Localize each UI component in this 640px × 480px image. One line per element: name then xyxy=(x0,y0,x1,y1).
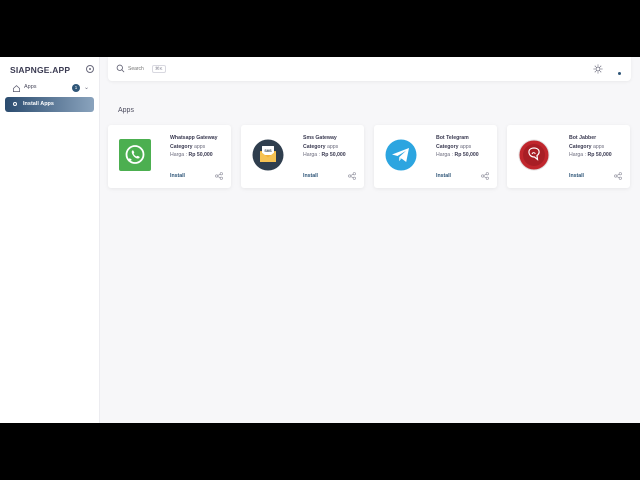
sidebar-toggle-icon[interactable] xyxy=(86,65,94,73)
share-icon[interactable] xyxy=(614,172,622,180)
app-price: Harga : Rp 50,000 xyxy=(569,152,612,158)
share-icon[interactable] xyxy=(215,172,223,180)
user-status-dot[interactable] xyxy=(618,72,621,75)
app-price: Harga : Rp 50,000 xyxy=(170,152,213,158)
app-category: Category apps xyxy=(569,144,605,150)
brand-logo[interactable]: SIAPNGE.APP xyxy=(10,65,70,75)
top-navbar: ⌘K xyxy=(108,57,631,81)
chevron-down-icon: ⌄ xyxy=(84,85,90,91)
app-price: Harga : Rp 50,000 xyxy=(303,152,346,158)
app-card-bot-jabber: Bot Jabber Category apps Harga : Rp 50,0… xyxy=(507,125,630,188)
install-button[interactable]: Install xyxy=(170,173,185,179)
sms-mail-icon: SMS xyxy=(252,139,284,171)
share-icon[interactable] xyxy=(348,172,356,180)
whatsapp-icon xyxy=(119,139,151,171)
theme-toggle-sun-icon[interactable] xyxy=(593,64,603,74)
app-window: SIAPNGE.APP Apps 1 ⌄ Install Apps ⌘K xyxy=(0,57,640,423)
app-card-bot-telegram: Bot Telegram Category apps Harga : Rp 50… xyxy=(374,125,497,188)
search-icon[interactable] xyxy=(116,64,125,73)
install-button[interactable]: Install xyxy=(569,173,584,179)
sidebar-item-install-apps[interactable]: Install Apps xyxy=(5,97,94,112)
install-button[interactable]: Install xyxy=(303,173,318,179)
app-card-sms-gateway: SMS Sms Gateway Category apps Harga : Rp… xyxy=(241,125,364,188)
app-category: Category apps xyxy=(436,144,472,150)
svg-text:SMS: SMS xyxy=(264,149,272,153)
apps-count-badge: 1 xyxy=(72,84,80,92)
jabber-icon xyxy=(518,139,550,171)
app-category: Category apps xyxy=(170,144,206,150)
sidebar-item-apps[interactable]: Apps 1 ⌄ xyxy=(6,82,94,95)
app-name: Bot Telegram xyxy=(436,135,469,141)
app-name: Whatsapp Gateway xyxy=(170,135,218,141)
search-shortcut: ⌘K xyxy=(152,65,166,73)
share-icon[interactable] xyxy=(481,172,489,180)
app-category: Category apps xyxy=(303,144,339,150)
install-button[interactable]: Install xyxy=(436,173,451,179)
app-card-whatsapp-gateway: Whatsapp Gateway Category apps Harga : R… xyxy=(108,125,231,188)
sidebar: SIAPNGE.APP Apps 1 ⌄ Install Apps xyxy=(0,57,100,423)
circle-icon xyxy=(13,102,17,106)
home-icon xyxy=(12,85,21,93)
telegram-icon xyxy=(385,139,417,171)
sidebar-item-label: Apps xyxy=(24,84,37,90)
app-name: Bot Jabber xyxy=(569,135,597,141)
page-title: Apps xyxy=(118,107,134,114)
sidebar-item-label: Install Apps xyxy=(23,101,54,107)
app-name: Sms Gateway xyxy=(303,135,337,141)
app-price: Harga : Rp 50,000 xyxy=(436,152,479,158)
